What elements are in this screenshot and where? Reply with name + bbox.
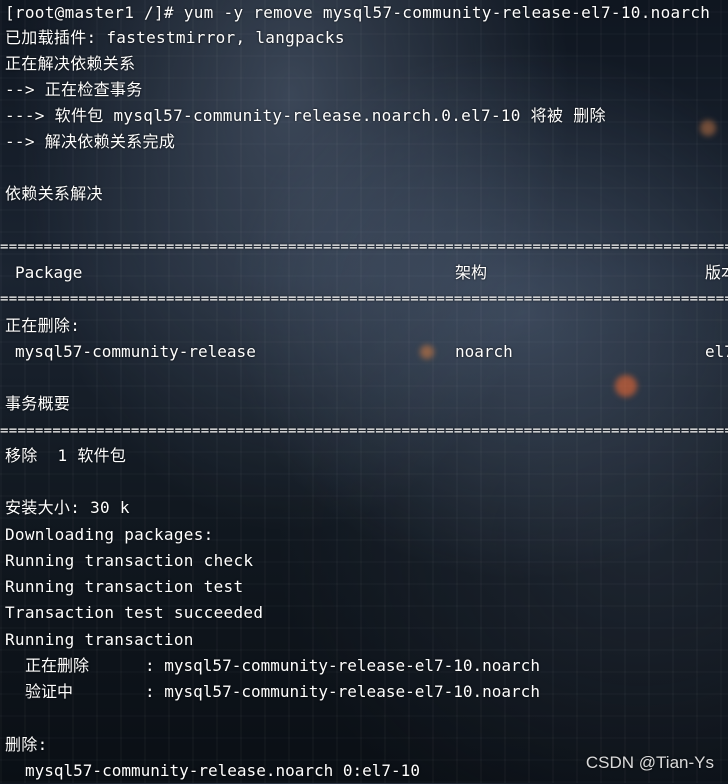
progress-line: Running transaction check	[5, 551, 254, 570]
removed-title: 删除:	[5, 735, 48, 754]
summary-title: 事务概要	[5, 394, 71, 413]
step-value: : mysql57-community-release-el7-10.noarc…	[145, 682, 540, 701]
progress-line: Running transaction test	[5, 577, 244, 596]
removed-item: mysql57-community-release.noarch 0:el7-1…	[25, 761, 420, 780]
table-row-version: el7-10	[705, 342, 728, 361]
watermark: CSDN @Tian-Ys	[585, 753, 714, 772]
table-section-label: 正在删除:	[5, 316, 81, 335]
output-line: ---> 软件包 mysql57-community-release.noarc…	[5, 106, 606, 125]
progress-line: Transaction test succeeded	[5, 603, 264, 622]
separator-rule: ========================================…	[0, 240, 728, 254]
progress-line: Downloading packages:	[5, 525, 214, 544]
separator-rule: ========================================…	[0, 424, 728, 438]
install-size: 安装大小: 30 k	[5, 498, 130, 517]
separator-rule: ========================================…	[0, 292, 728, 306]
output-line: 依赖关系解决	[5, 184, 103, 203]
remove-count: 移除 1 软件包	[5, 446, 127, 465]
table-row-package: mysql57-community-release	[15, 342, 256, 361]
output-line: 正在解决依赖关系	[5, 54, 136, 73]
table-header-arch: 架构	[455, 263, 488, 282]
step-label: 验证中	[25, 682, 74, 701]
table-row-arch: noarch	[455, 342, 513, 361]
output-line: --> 正在检查事务	[5, 80, 143, 99]
output-line: --> 解决依赖关系完成	[5, 132, 176, 151]
command-prompt-line: [root@master1 /]# yum -y remove mysql57-…	[5, 3, 711, 22]
progress-line: Running transaction	[5, 630, 194, 649]
step-value: : mysql57-community-release-el7-10.noarc…	[145, 656, 540, 675]
output-line: 已加载插件: fastestmirror, langpacks	[5, 28, 345, 47]
table-header-package: Package	[15, 263, 83, 282]
table-header-version: 版本	[705, 263, 728, 282]
step-label: 正在删除	[25, 656, 90, 675]
terminal-output[interactable]: [root@master1 /]# yum -y remove mysql57-…	[0, 0, 728, 783]
